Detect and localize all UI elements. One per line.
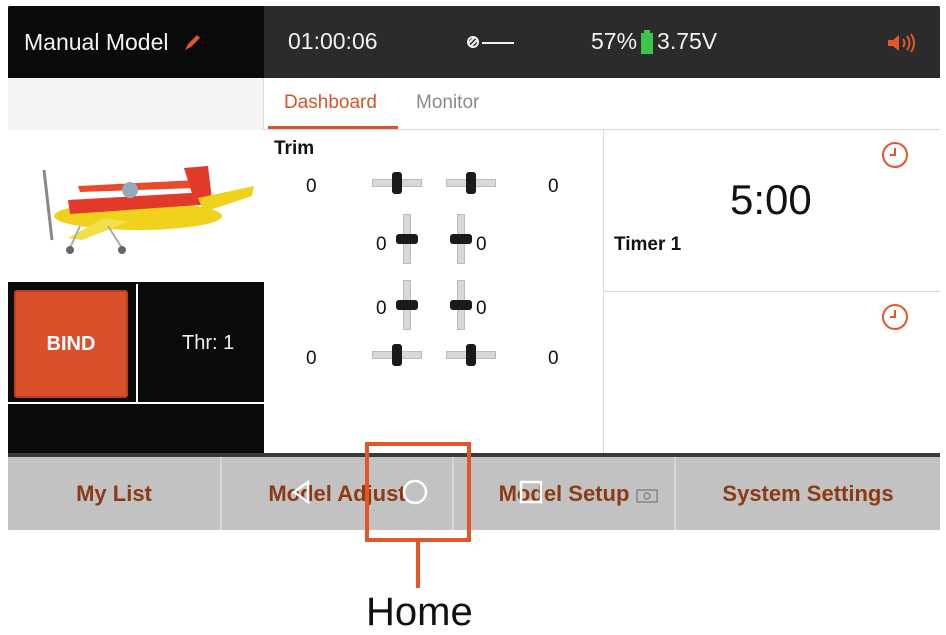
trim-slider[interactable] <box>396 280 418 330</box>
trim-slider[interactable] <box>446 344 496 366</box>
callout-label: Home <box>366 590 473 634</box>
trim-slider[interactable] <box>446 172 496 194</box>
nav-my-list[interactable]: My List <box>8 457 222 530</box>
trim-slider[interactable] <box>372 344 422 366</box>
slider-thumb[interactable] <box>396 300 418 310</box>
trim-title: Trim <box>274 138 315 159</box>
tab-monitor[interactable]: Monitor <box>416 92 479 114</box>
back-icon[interactable] <box>286 477 316 507</box>
callout-line <box>416 542 420 588</box>
trim-value: 0 <box>306 348 317 369</box>
nav-system-settings[interactable]: System Settings <box>676 457 940 530</box>
model-name: Manual Model <box>24 28 169 55</box>
link-icon <box>467 36 514 48</box>
slider-thumb[interactable] <box>466 344 476 366</box>
trim-slider[interactable] <box>450 214 472 264</box>
trim-value: 0 <box>548 176 559 197</box>
timer-value: 5:00 <box>730 176 812 223</box>
active-tab-indicator <box>268 126 398 129</box>
trim-value: 0 <box>376 298 387 319</box>
tab-bar: Dashboard Monitor <box>8 78 940 130</box>
slider-thumb[interactable] <box>466 172 476 194</box>
trim-slider[interactable] <box>450 280 472 330</box>
trim-value: 0 <box>476 234 487 255</box>
divider <box>8 402 264 404</box>
recents-icon[interactable] <box>516 477 546 507</box>
trim-value: 0 <box>548 348 559 369</box>
pencil-icon <box>185 35 201 50</box>
battery-percent: 57% <box>591 28 638 54</box>
slider-thumb[interactable] <box>396 234 418 244</box>
bottom-nav: My List Model Adjust Model Setup System … <box>8 457 940 530</box>
battery-icon <box>641 29 654 54</box>
trim-slider[interactable] <box>396 214 418 264</box>
model-image[interactable] <box>8 130 264 282</box>
throttle-label: Thr: 1 <box>182 332 235 354</box>
bind-button[interactable]: BIND <box>14 290 128 398</box>
trim-value: 0 <box>376 234 387 255</box>
throttle-box[interactable]: Thr: 1 <box>136 284 264 402</box>
speaker-icon[interactable] <box>886 32 918 54</box>
slider-thumb[interactable] <box>392 344 402 366</box>
tab-dashboard[interactable]: Dashboard <box>284 92 377 114</box>
status-time: 01:00:06 <box>288 28 378 54</box>
trim-slider[interactable] <box>372 172 422 194</box>
battery-voltage: 3.75V <box>657 28 718 54</box>
battery-status: 57% 3.75V <box>591 28 717 55</box>
slider-thumb[interactable] <box>450 234 472 244</box>
trim-value: 0 <box>476 298 487 319</box>
slider-thumb[interactable] <box>450 300 472 310</box>
model-name-button[interactable]: Manual Model <box>8 6 264 78</box>
timer-2-card[interactable] <box>604 292 940 453</box>
airplane-icon <box>42 166 254 254</box>
timer-label: Timer 1 <box>614 234 682 255</box>
transmitter-screen: Manual Model 01:00:06 57% 3.75V Dashboar… <box>8 6 940 530</box>
timer-panel: 5:00 Timer 1 <box>604 130 940 453</box>
clock-icon[interactable] <box>880 302 910 332</box>
trim-value: 0 <box>306 176 317 197</box>
timer-1-card[interactable]: 5:00 Timer 1 <box>604 130 940 292</box>
trim-panel: Trim 0 0 0 0 0 0 0 0 <box>264 130 604 453</box>
clock-icon[interactable] <box>880 140 910 170</box>
status-bar: Manual Model 01:00:06 57% 3.75V <box>8 6 940 78</box>
model-panel: BIND Thr: 1 <box>8 130 264 453</box>
slider-thumb[interactable] <box>392 172 402 194</box>
home-callout-box <box>365 442 471 542</box>
tab-bar-spacer <box>8 78 264 130</box>
camera-icon <box>636 489 658 503</box>
